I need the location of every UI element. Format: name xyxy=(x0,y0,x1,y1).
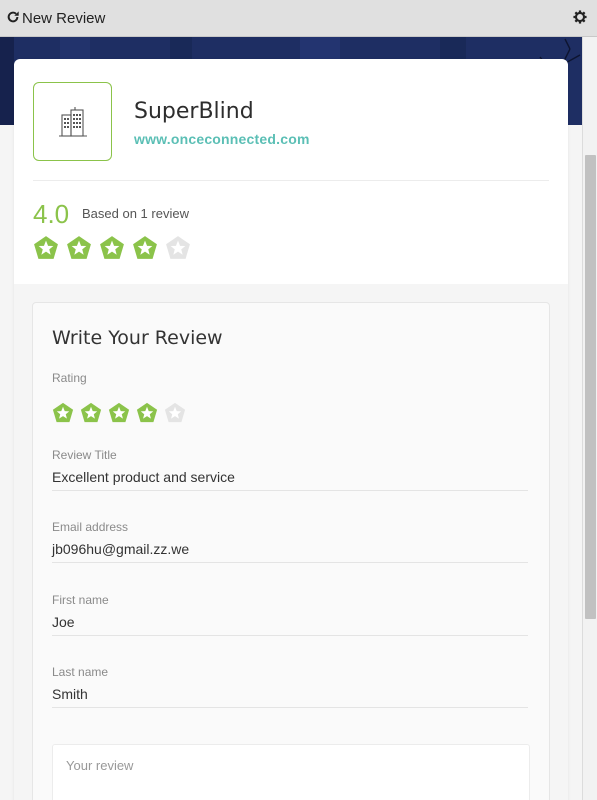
first-name-underline xyxy=(52,635,528,636)
review-textarea[interactable]: Your review xyxy=(52,744,530,800)
form-title: Write Your Review xyxy=(52,327,223,349)
email-label: Email address xyxy=(52,520,129,534)
review-form-panel: Write Your Review Rating Review Title Ex… xyxy=(14,284,568,800)
review-title-underline xyxy=(52,490,528,491)
review-title-input[interactable]: Excellent product and service xyxy=(52,469,235,485)
average-rating-stars xyxy=(33,235,191,261)
scrollbar-thumb[interactable] xyxy=(585,155,596,619)
last-name-label: Last name xyxy=(52,665,109,679)
review-textarea-placeholder: Your review xyxy=(66,758,134,773)
star-filled-icon xyxy=(34,236,58,259)
rating-label: Rating xyxy=(52,371,87,385)
first-name-input[interactable]: Joe xyxy=(52,614,75,630)
email-input[interactable]: jb096hu@gmail.zz.we xyxy=(52,541,189,557)
star-empty-icon xyxy=(166,236,190,259)
vertical-scrollbar[interactable] xyxy=(582,37,597,800)
window-title: New Review xyxy=(22,10,106,27)
star-filled-icon[interactable] xyxy=(52,402,74,424)
star-filled-icon xyxy=(67,236,91,259)
header-divider xyxy=(33,180,549,181)
first-name-label: First name xyxy=(52,593,109,607)
window-titlebar: New Review xyxy=(0,0,597,37)
rating-score: 4.0 xyxy=(33,199,70,229)
business-logo xyxy=(33,82,112,161)
business-website-link[interactable]: www.onceconnected.com xyxy=(134,131,310,147)
business-review-card: SuperBlind www.onceconnected.com 4.0 Bas… xyxy=(14,59,568,800)
gear-icon[interactable] xyxy=(573,10,587,24)
star-filled-icon[interactable] xyxy=(108,402,130,424)
rating-count-text: Based on 1 review xyxy=(82,206,189,221)
rating-input-stars[interactable] xyxy=(52,402,186,424)
star-filled-icon xyxy=(100,236,124,259)
review-form: Write Your Review Rating Review Title Ex… xyxy=(32,302,550,800)
business-name: SuperBlind xyxy=(134,99,254,124)
review-title-label: Review Title xyxy=(52,448,117,462)
last-name-underline xyxy=(52,707,528,708)
building-icon xyxy=(59,107,87,137)
star-empty-icon[interactable] xyxy=(164,402,186,424)
last-name-input[interactable]: Smith xyxy=(52,686,88,702)
email-underline xyxy=(52,562,528,563)
star-filled-icon[interactable] xyxy=(136,402,158,424)
star-filled-icon[interactable] xyxy=(80,402,102,424)
refresh-icon[interactable] xyxy=(6,10,20,24)
star-filled-icon xyxy=(133,236,157,259)
page-viewport: SuperBlind www.onceconnected.com 4.0 Bas… xyxy=(0,37,582,800)
